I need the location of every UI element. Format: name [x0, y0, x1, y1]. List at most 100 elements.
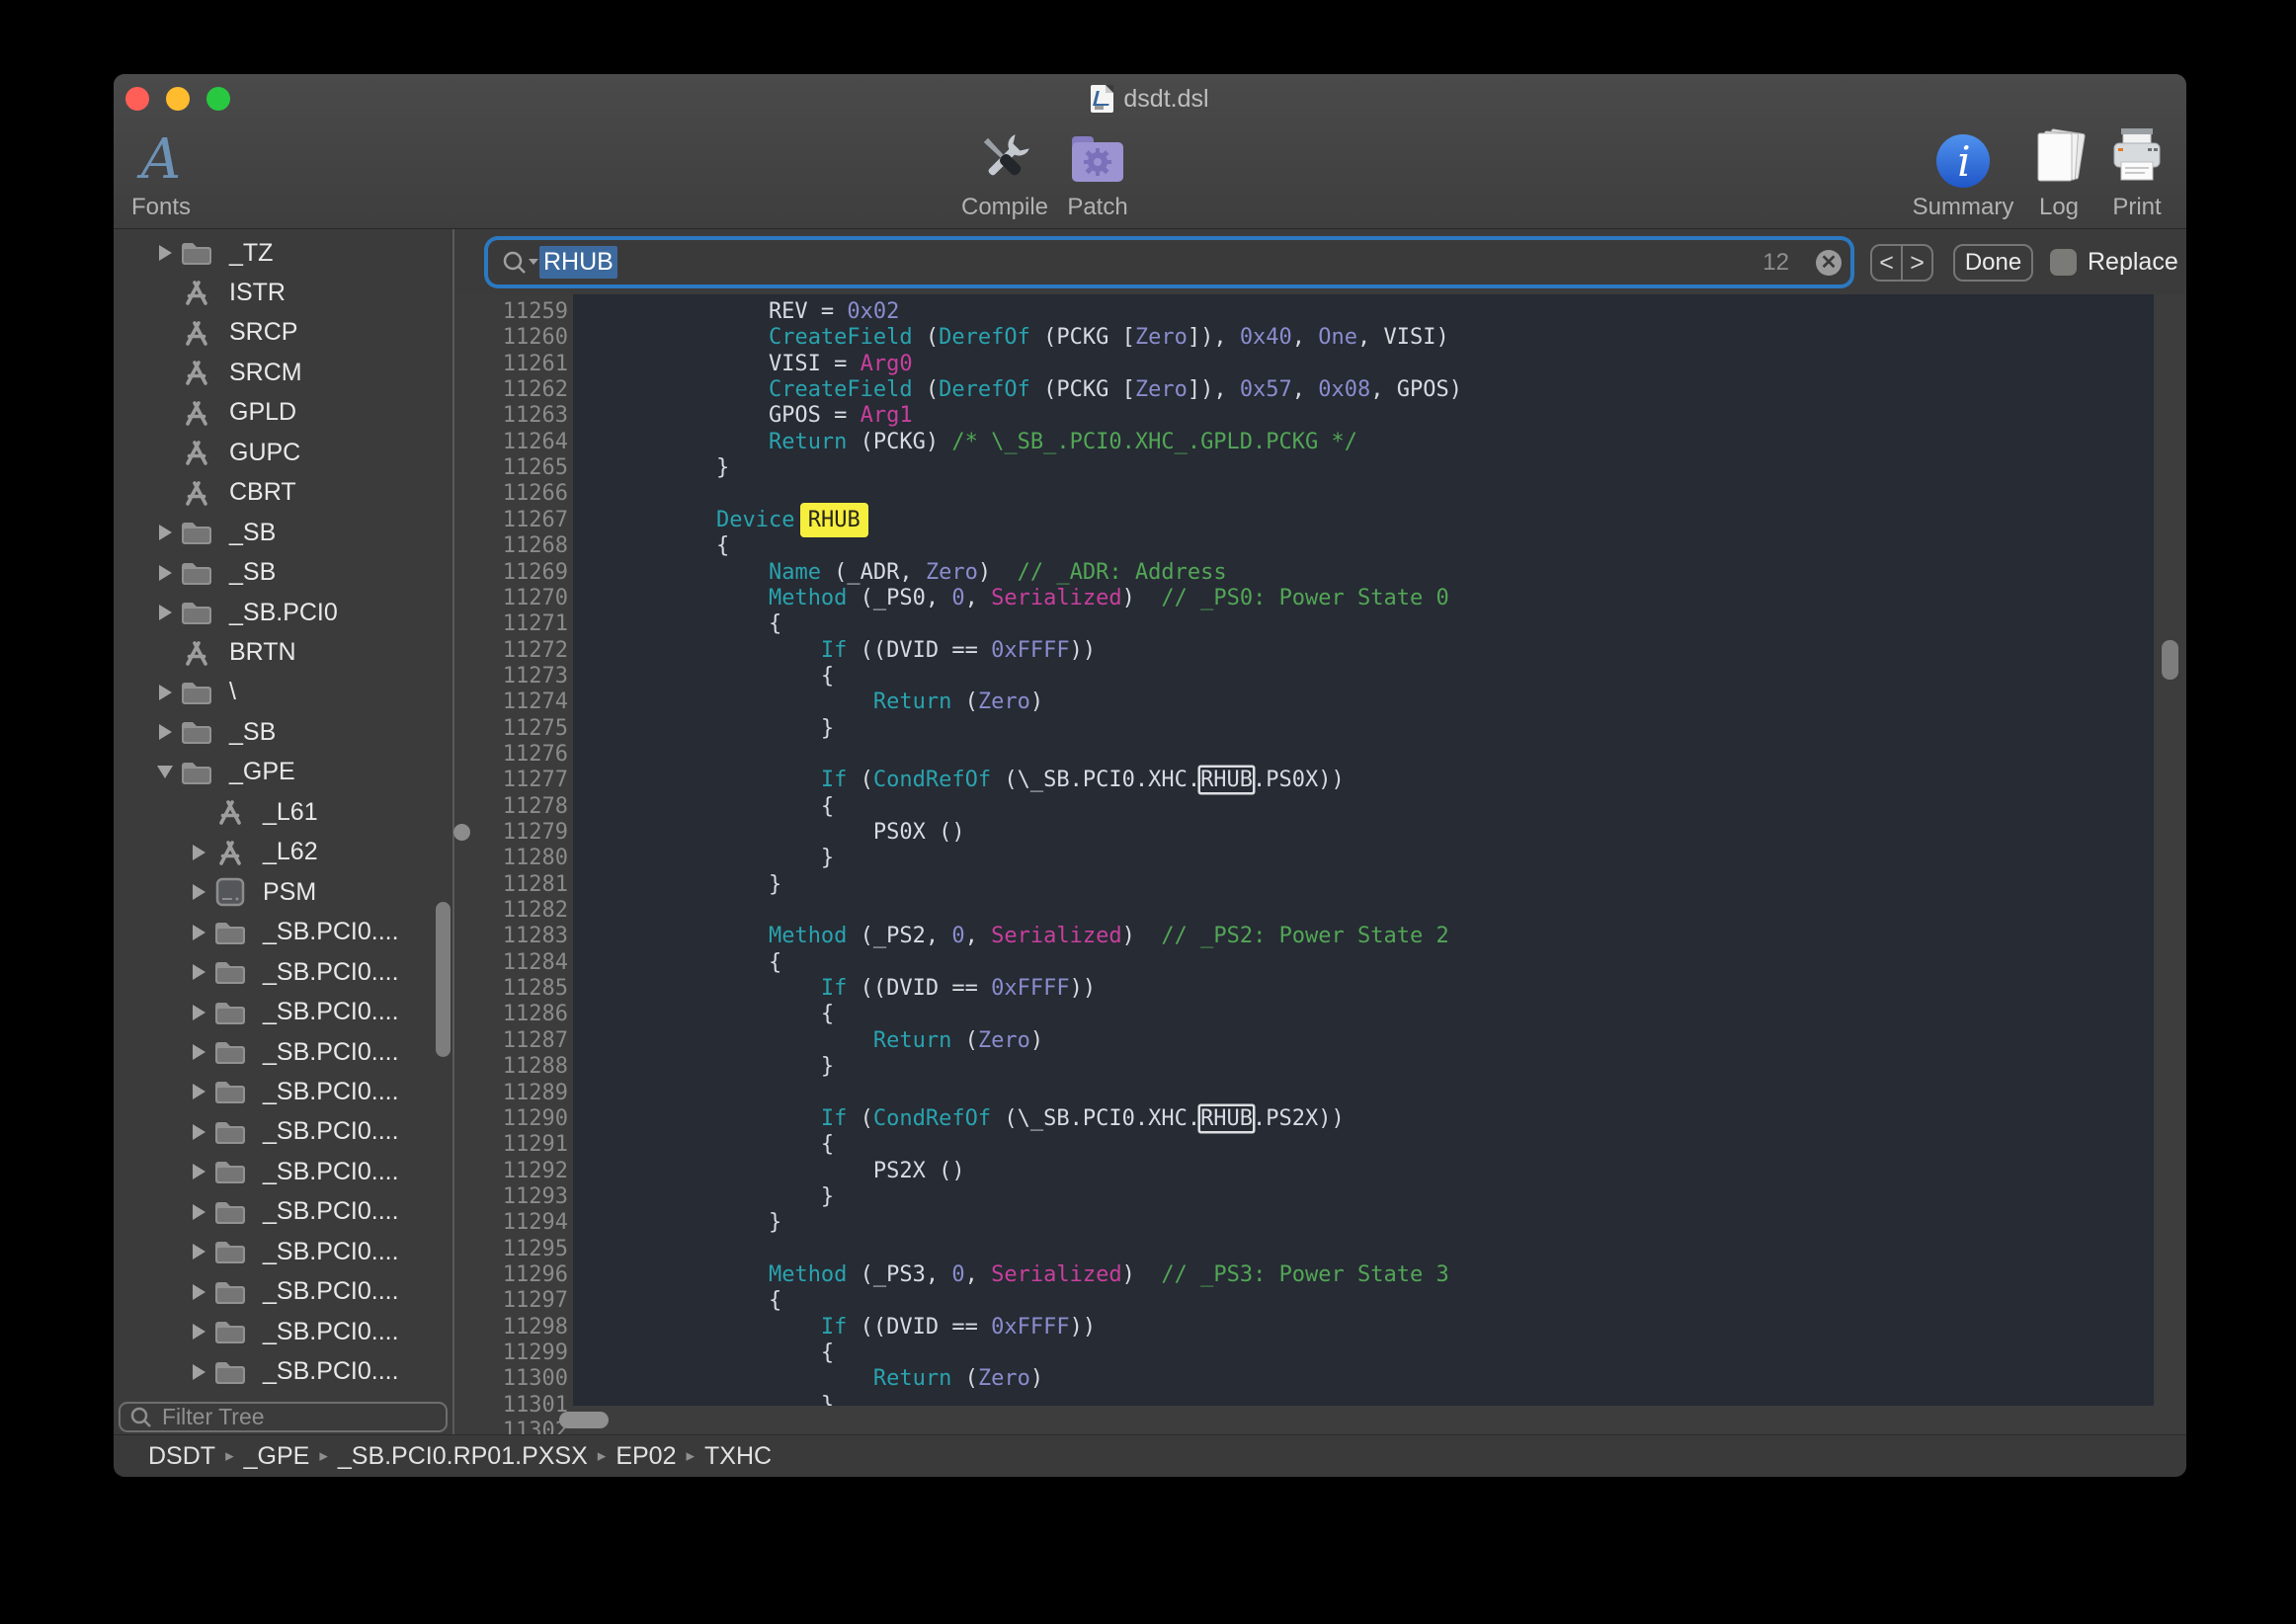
disclosure-triangle[interactable] [153, 521, 177, 544]
code-line[interactable]: { [573, 1340, 2154, 1366]
tree-row[interactable]: _TZ [114, 233, 452, 273]
search-menu-icon[interactable] [500, 249, 541, 277]
code-line[interactable]: VISI = Arg0 [573, 352, 2154, 377]
next-match-button[interactable]: > [1903, 246, 1931, 280]
disclosure-triangle[interactable] [187, 880, 210, 904]
tree-row[interactable]: SRCP [114, 313, 452, 353]
clear-search-icon[interactable]: ✕ [1816, 250, 1842, 276]
code-line[interactable]: REV = 0x02 [573, 299, 2154, 325]
tree-row[interactable]: CBRT [114, 473, 452, 513]
code-line[interactable]: { [573, 1288, 2154, 1314]
disclosure-triangle[interactable] [153, 761, 177, 784]
code-line[interactable]: Name (_ADR, Zero) // _ADR: Address [573, 560, 2154, 586]
code-line[interactable]: PS2X () [573, 1159, 2154, 1184]
toolbar-patch-button[interactable]: Patch [1019, 126, 1177, 221]
tree-row[interactable]: _L61 [114, 792, 452, 832]
code-line[interactable]: { [573, 1002, 2154, 1027]
disclosure-triangle[interactable] [187, 1080, 210, 1103]
tree-row[interactable]: _SB.PCI0.... [114, 1192, 452, 1232]
done-button[interactable]: Done [1953, 244, 2033, 282]
toolbar-print-button[interactable]: Print [2058, 126, 2186, 221]
tree-row[interactable]: _SB.PCI0.... [114, 1072, 452, 1111]
filter-tree-input[interactable]: Filter Tree [119, 1402, 448, 1432]
breadcrumb-item[interactable]: _SB.PCI0.RP01.PXSX [338, 1442, 588, 1471]
disclosure-triangle[interactable] [187, 841, 210, 864]
tree-row[interactable]: _GPE [114, 753, 452, 792]
code-line[interactable]: GPOS = Arg1 [573, 403, 2154, 429]
tree-row[interactable]: _SB [114, 712, 452, 752]
tree-row[interactable]: _SB.PCI0.... [114, 913, 452, 952]
splitter-handle-dot[interactable] [453, 824, 470, 841]
code-line[interactable]: { [573, 1132, 2154, 1158]
tree-row[interactable]: _SB.PCI0.... [114, 1352, 452, 1392]
code-line[interactable]: If ((DVID == 0xFFFF)) [573, 638, 2154, 664]
code-line[interactable]: } [573, 1393, 2154, 1406]
code-line[interactable]: { [573, 950, 2154, 976]
disclosure-triangle[interactable] [187, 1320, 210, 1343]
tree-row[interactable]: _SB [114, 513, 452, 552]
code-line[interactable]: PS0X () [573, 820, 2154, 846]
tree-row[interactable]: _SB.PCI0.... [114, 1312, 452, 1351]
disclosure-triangle[interactable] [187, 1001, 210, 1024]
sidebar-scrollbar-thumb[interactable] [436, 902, 451, 1057]
disclosure-triangle[interactable] [187, 1360, 210, 1384]
disclosure-triangle[interactable] [187, 1040, 210, 1064]
breadcrumb-item[interactable]: _GPE [244, 1442, 310, 1471]
code-line[interactable]: { [573, 533, 2154, 559]
disclosure-triangle[interactable] [187, 921, 210, 944]
code-line[interactable]: Method (_PS0, 0, Serialized) // _PS0: Po… [573, 586, 2154, 611]
tree-row[interactable]: _SB.PCI0.... [114, 993, 452, 1032]
code-line[interactable]: Method (_PS2, 0, Serialized) // _PS2: Po… [573, 924, 2154, 949]
code-line[interactable]: } [573, 1054, 2154, 1080]
code-line[interactable]: } [573, 1210, 2154, 1236]
tree-row[interactable]: _SB.PCI0.... [114, 1232, 452, 1271]
horizontal-scrollbar-track[interactable] [573, 1406, 2154, 1434]
tree-row[interactable]: \ [114, 673, 452, 712]
tree-row[interactable]: _SB.PCI0.... [114, 1272, 452, 1312]
toolbar-fonts-button[interactable]: A Fonts [114, 126, 240, 221]
replace-checkbox[interactable] [2050, 249, 2077, 276]
tree-row[interactable]: _SB.PCI0.... [114, 952, 452, 992]
disclosure-triangle[interactable] [153, 601, 177, 624]
tree-row[interactable]: _SB.PCI0.... [114, 1152, 452, 1191]
tree-row[interactable]: ISTR [114, 273, 452, 312]
vertical-scrollbar-track[interactable] [2154, 294, 2186, 1434]
tree-row[interactable]: _SB.PCI0 [114, 593, 452, 632]
tree-row[interactable]: _SB [114, 553, 452, 593]
code-line[interactable]: Return (Zero) [573, 1028, 2154, 1054]
tree-row[interactable]: _SB.PCI0.... [114, 1032, 452, 1072]
disclosure-triangle[interactable] [187, 1200, 210, 1224]
disclosure-triangle[interactable] [187, 960, 210, 984]
code-line[interactable]: } [573, 872, 2154, 898]
tree-row[interactable]: PSM [114, 872, 452, 912]
code-line[interactable]: Return (Zero) [573, 1366, 2154, 1392]
breadcrumb-item[interactable]: EP02 [615, 1442, 676, 1471]
code-line[interactable]: CreateField (DerefOf (PCKG [Zero]), 0x40… [573, 325, 2154, 351]
disclosure-triangle[interactable] [153, 681, 177, 704]
disclosure-triangle[interactable] [187, 1280, 210, 1304]
code-line[interactable]: Return (Zero) [573, 690, 2154, 715]
tree-row[interactable]: SRCM [114, 353, 452, 392]
code-line[interactable]: } [573, 846, 2154, 871]
code-line[interactable]: { [573, 794, 2154, 820]
code-line[interactable]: If (CondRefOf (\_SB.PCI0.XHC.RHUB.PS2X)) [573, 1106, 2154, 1132]
disclosure-triangle[interactable] [187, 1240, 210, 1263]
breadcrumb-item[interactable]: DSDT [148, 1442, 215, 1471]
disclosure-triangle[interactable] [187, 1160, 210, 1183]
vertical-scrollbar-thumb[interactable] [2162, 640, 2178, 680]
previous-match-button[interactable]: < [1872, 246, 1903, 280]
tree-row[interactable]: _SB.PCI0.... [114, 1112, 452, 1152]
code-line[interactable]: } [573, 716, 2154, 742]
disclosure-triangle[interactable] [187, 1120, 210, 1144]
code-line[interactable]: } [573, 1184, 2154, 1210]
search-input[interactable]: RHUB 12 ✕ [488, 240, 1850, 284]
disclosure-triangle[interactable] [153, 561, 177, 585]
tree-row[interactable]: BRTN [114, 633, 452, 673]
code-editor[interactable]: REV = 0x02 CreateField (DerefOf (PCKG [Z… [573, 294, 2154, 1406]
tree-row[interactable]: GPLD [114, 393, 452, 433]
code-line[interactable]: CreateField (DerefOf (PCKG [Zero]), 0x57… [573, 377, 2154, 403]
disclosure-triangle[interactable] [153, 241, 177, 265]
tree-row[interactable]: _L62 [114, 833, 452, 872]
disclosure-triangle[interactable] [153, 720, 177, 744]
code-line[interactable]: If ((DVID == 0xFFFF)) [573, 1315, 2154, 1340]
